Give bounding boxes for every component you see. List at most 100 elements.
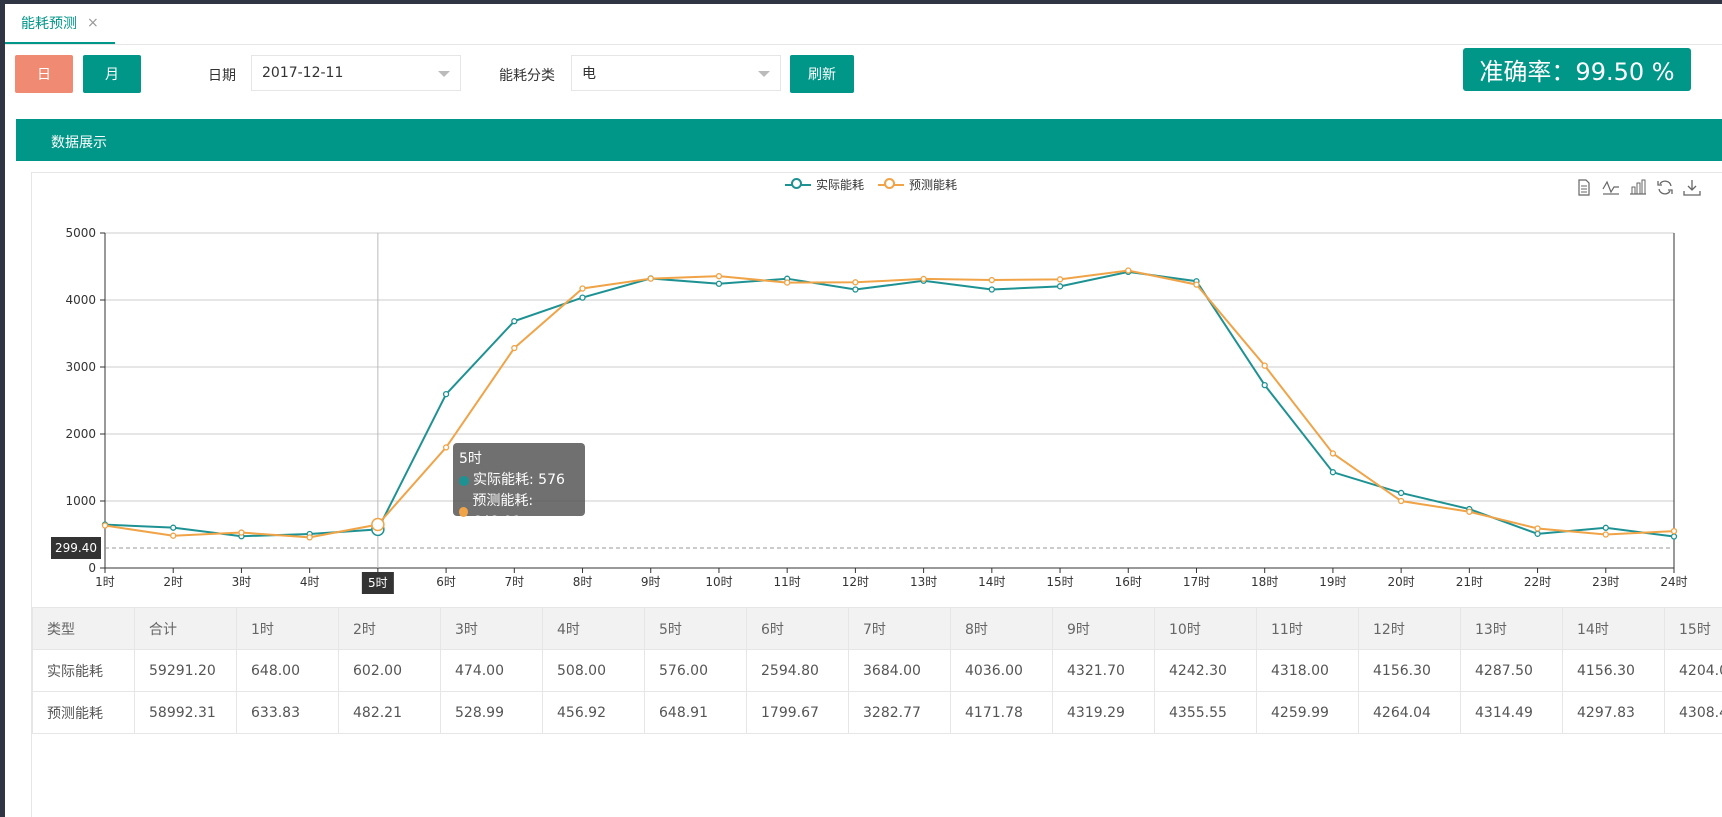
table-cell: 482.21 xyxy=(338,691,441,734)
table-header-cell: 3时 xyxy=(440,607,543,650)
x-tick-label: 16时 xyxy=(1115,575,1142,589)
table-cell: 预测能耗 xyxy=(32,691,135,734)
table-cell: 4308.42 xyxy=(1664,691,1722,734)
x-tick-label: 18时 xyxy=(1251,575,1278,589)
legend-item-forecast[interactable]: 预测能耗 xyxy=(878,176,957,193)
data-point xyxy=(579,285,586,292)
category-label: 能耗分类 xyxy=(499,68,555,84)
tab-bar: 能耗预测 × xyxy=(5,4,1722,45)
day-button[interactable]: 日 xyxy=(15,55,73,93)
month-button[interactable]: 月 xyxy=(83,55,141,93)
x-tick-label: 9时 xyxy=(641,575,661,589)
x-tick-label: 21时 xyxy=(1456,575,1483,589)
table-header-cell: 12时 xyxy=(1358,607,1461,650)
tooltip-forecast-row: 预测能耗: 648.91 xyxy=(459,491,579,533)
table-cell: 576.00 xyxy=(644,649,747,692)
x-tick-label: 8时 xyxy=(573,575,593,589)
tab-label: 能耗预测 xyxy=(21,16,77,32)
x-tick-label: 20时 xyxy=(1387,575,1414,589)
data-point xyxy=(852,286,859,293)
chart-toolbox xyxy=(1574,178,1701,197)
download-icon[interactable] xyxy=(1682,178,1701,197)
data-point xyxy=(1125,267,1132,274)
y-tick-label: 0 xyxy=(88,561,96,575)
data-point xyxy=(784,279,791,286)
x-tick-label: 10时 xyxy=(705,575,732,589)
y-tick-label: 2000 xyxy=(65,427,96,441)
x-tick-label: 17时 xyxy=(1183,575,1210,589)
data-point xyxy=(170,524,177,531)
axis-pointer-label: 5时 xyxy=(368,576,388,590)
tooltip-actual-dot xyxy=(459,475,469,486)
data-point xyxy=(371,517,385,532)
restore-icon[interactable] xyxy=(1655,178,1674,197)
tooltip-forecast-dot xyxy=(459,507,469,517)
date-value: 2017-12-11 xyxy=(262,65,344,81)
y-tick-label: 3000 xyxy=(65,360,96,374)
data-point xyxy=(1670,527,1678,535)
table-cell: 4318.00 xyxy=(1256,649,1359,692)
data-point xyxy=(511,318,518,325)
x-tick-label: 4时 xyxy=(300,575,320,589)
table-header-cell: 10时 xyxy=(1154,607,1257,650)
data-point xyxy=(715,273,723,280)
legend-forecast-marker xyxy=(878,177,905,192)
data-point xyxy=(1397,489,1405,497)
energy-line-chart: 0 1000 2000 3000 4000 5000 1时 2时 3时 4时 6时 7时 8时 9时 10时… xyxy=(65,226,1688,594)
table-header-cell: 14时 xyxy=(1562,607,1665,650)
data-point xyxy=(101,522,109,529)
x-tick-label: 11时 xyxy=(774,575,801,589)
legend-actual-marker xyxy=(785,177,811,192)
table-header-cell: 类型 xyxy=(32,607,135,650)
table-cell: 4242.30 xyxy=(1154,649,1257,692)
close-icon[interactable]: × xyxy=(87,15,99,31)
legend-actual-label: 实际能耗 xyxy=(816,178,865,192)
data-point xyxy=(1534,525,1541,532)
bar-chart-icon[interactable] xyxy=(1628,178,1647,197)
table-cell: 4204.00 xyxy=(1664,649,1722,692)
chart-legend: 实际能耗 预测能耗 xyxy=(785,176,957,193)
tooltip-title: 5时 xyxy=(459,451,482,467)
table-header-cell: 11时 xyxy=(1256,607,1359,650)
data-point xyxy=(442,390,450,398)
line-chart-icon[interactable] xyxy=(1601,178,1620,197)
table-header-cell: 合计 xyxy=(134,607,237,650)
table-header-cell: 2时 xyxy=(338,607,441,650)
tooltip-forecast-text: 预测能耗: 648.91 xyxy=(472,493,534,530)
date-label: 日期 xyxy=(208,68,236,84)
data-point xyxy=(442,444,450,451)
x-tick-label: 22时 xyxy=(1524,575,1551,589)
data-point xyxy=(647,275,654,282)
table-cell: 4321.70 xyxy=(1052,649,1155,692)
table-row: 实际能耗 59291.20 648.00 602.00 474.00 508.00 576.… xyxy=(32,649,1722,692)
table-cell: 456.92 xyxy=(542,691,645,734)
chart-tooltip: 5时 实际能耗: 576 预测能耗: 648.91 xyxy=(453,443,585,530)
table-cell: 4297.83 xyxy=(1562,691,1665,734)
tab-energy-forecast[interactable]: 能耗预测 × xyxy=(5,4,115,44)
tooltip-actual-text: 实际能耗: 576 xyxy=(473,472,565,488)
table-header-cell: 5时 xyxy=(644,607,747,650)
data-point xyxy=(920,275,927,283)
table-row: 预测能耗 58992.31 633.83 482.21 528.99 456.92 648.… xyxy=(32,691,1722,734)
data-point xyxy=(1056,283,1064,290)
table-cell: 3282.77 xyxy=(848,691,951,734)
date-select[interactable]: 2017-12-11 xyxy=(251,55,461,91)
table-header-cell: 4时 xyxy=(542,607,645,650)
data-view-icon[interactable] xyxy=(1574,178,1593,197)
chevron-down-icon xyxy=(758,71,770,77)
category-select[interactable]: 电 xyxy=(571,55,781,91)
table-cell: 474.00 xyxy=(440,649,543,692)
data-point xyxy=(1193,281,1200,288)
y-tick-label: 5000 xyxy=(65,226,96,240)
table-header-cell: 13时 xyxy=(1460,607,1563,650)
table-cell: 648.00 xyxy=(236,649,339,692)
table-header-cell: 8时 xyxy=(950,607,1053,650)
data-point xyxy=(988,276,995,284)
x-tick-label: 13时 xyxy=(910,575,937,589)
refresh-button[interactable]: 刷新 xyxy=(790,55,854,93)
data-point xyxy=(511,344,518,352)
table-header-cell: 9时 xyxy=(1052,607,1155,650)
legend-item-actual[interactable]: 实际能耗 xyxy=(785,176,864,193)
data-point xyxy=(1466,508,1473,515)
data-point xyxy=(1329,450,1337,457)
